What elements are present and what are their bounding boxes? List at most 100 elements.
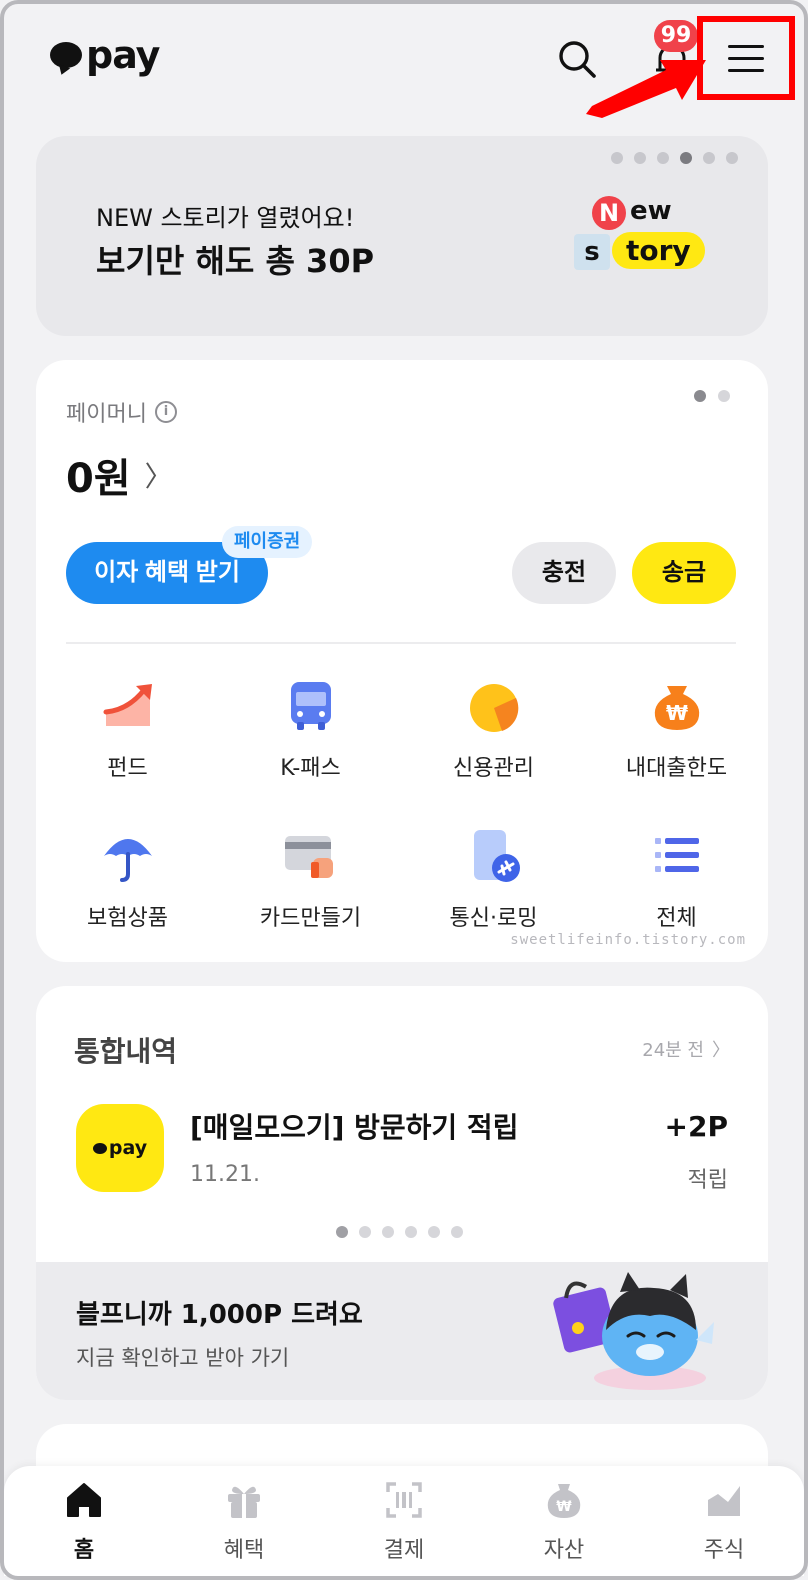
chevron-right-icon: 〉: [144, 460, 173, 493]
barcode-icon: [386, 1482, 422, 1518]
paymoney-pagination: [694, 390, 730, 402]
stock-icon: [708, 1486, 740, 1516]
pagination-dot: [359, 1226, 371, 1238]
send-money-button[interactable]: 송금: [632, 542, 736, 604]
bottom-navigation: 홈 혜택 결제 ₩ 자산 주식: [4, 1466, 804, 1576]
svg-text:₩: ₩: [665, 701, 687, 725]
loan-icon: ₩: [654, 686, 699, 730]
history-card: 통합내역 24분 전 〉 pay [매일모으기] 방문하기 적립 11.21. …: [36, 986, 768, 1400]
speech-bubble-icon: [50, 42, 82, 68]
shortcut-label: 통신·로밍: [449, 906, 538, 931]
pagination-dot: [428, 1226, 440, 1238]
pagination-dot: [451, 1226, 463, 1238]
nav-home[interactable]: 홈: [9, 1466, 159, 1576]
banner-subtitle: NEW 스토리가 열렸어요!: [96, 204, 355, 232]
annotation-arrow-icon: [586, 60, 706, 118]
watermark-text: sweetlifeinfo.tistory.com: [510, 932, 746, 948]
menu-line-icon: [728, 56, 764, 60]
shortcut-label: 내대출한도: [625, 756, 728, 781]
gift-icon: [228, 1486, 260, 1518]
menu-line-icon: [728, 44, 764, 48]
pagination-dot: [611, 152, 623, 164]
bus-icon: [290, 682, 331, 730]
shortcut-make-card[interactable]: 카드만들기: [219, 820, 402, 944]
umbrella-icon: [103, 839, 152, 882]
fund-icon: [103, 684, 152, 726]
nav-label: 결제: [383, 1538, 425, 1563]
shortcut-kpass[interactable]: K-패스: [219, 670, 402, 794]
pagination-dot: [405, 1226, 417, 1238]
nav-stocks[interactable]: 주식: [649, 1466, 799, 1576]
history-updated-text: 24분 전: [642, 1040, 704, 1061]
home-icon: [67, 1483, 101, 1517]
divider: [66, 642, 736, 644]
promo-subtitle: 지금 확인하고 받아 가기: [76, 1346, 290, 1370]
paymoney-label: 페이머니 i: [66, 396, 177, 428]
history-title: 통합내역: [74, 1035, 178, 1068]
nav-benefits[interactable]: 혜택: [169, 1466, 319, 1576]
kakaopay-app-icon: pay: [76, 1104, 164, 1192]
charge-button[interactable]: 충전: [512, 542, 616, 604]
history-item-amount: +2P: [664, 1110, 728, 1143]
kakaopay-logo[interactable]: pay: [50, 33, 160, 77]
pagination-dot: [634, 152, 646, 164]
black-friday-promo[interactable]: 블프니까 1,000P 드려요 지금 확인하고 받아 가기: [36, 1262, 768, 1400]
paymoney-balance[interactable]: 0원 〉: [66, 446, 173, 504]
story-logo-n: N: [592, 196, 626, 230]
app-header: pay 99: [0, 0, 808, 120]
story-banner[interactable]: NEW 스토리가 열렸어요! 보기만 해도 총 30P N ew s tory: [36, 136, 768, 336]
pagination-dot: [703, 152, 715, 164]
nav-label: 자산: [543, 1538, 585, 1563]
nav-label: 혜택: [223, 1538, 265, 1563]
info-icon[interactable]: i: [154, 401, 177, 423]
shortcut-label: 전체: [656, 906, 697, 931]
roaming-icon: [473, 830, 520, 882]
story-logo-tory: tory: [612, 232, 705, 269]
paysecurities-tag: 페이증권: [222, 526, 313, 558]
chevron-right-icon: 〉: [712, 1040, 730, 1061]
banner-title: 보기만 해도 총 30P: [96, 242, 375, 280]
paymoney-card: 페이머니 i 0원 〉 이자 혜택 받기 페이증권 충전 송금 펀드 K-패스 …: [36, 360, 768, 962]
list-icon: [654, 838, 699, 872]
shortcut-fund[interactable]: 펀드: [36, 670, 219, 794]
pagination-dot: [657, 152, 669, 164]
paymoney-label-text: 페이머니: [66, 402, 147, 427]
svg-text:₩: ₩: [556, 1499, 572, 1515]
shortcut-insurance[interactable]: 보험상품: [36, 820, 219, 944]
story-logo-s: s: [574, 234, 610, 270]
balance-amount: 0원: [66, 456, 131, 502]
history-pagination: [336, 1226, 463, 1238]
speech-bubble-icon: [92, 1142, 107, 1154]
history-item-name[interactable]: [매일모으기] 방문하기 적립: [190, 1106, 518, 1146]
money-bag-icon: ₩: [547, 1484, 581, 1518]
new-story-logo: N ew s tory: [570, 190, 710, 290]
shortcut-label: 카드만들기: [259, 906, 362, 931]
history-updated[interactable]: 24분 전 〉: [642, 1036, 730, 1062]
menu-line-icon: [728, 68, 764, 72]
shortcut-label: 신용관리: [453, 756, 534, 781]
pagination-dot: [382, 1226, 394, 1238]
shortcut-loan-limit[interactable]: ₩ 내대출한도: [585, 670, 768, 794]
shortcut-label: 보험상품: [87, 906, 168, 931]
story-logo-ew: ew: [630, 196, 672, 226]
pay-icon-text: pay: [108, 1137, 148, 1159]
logo-text: pay: [86, 33, 160, 77]
nav-payment[interactable]: 결제: [329, 1466, 479, 1576]
hamburger-menu-button[interactable]: [697, 16, 795, 100]
nav-assets[interactable]: ₩ 자산: [489, 1466, 639, 1576]
shortcut-grid: 펀드 K-패스 신용관리 ₩ 내대출한도 보험상품 카드만들기 통신·로밍 전체: [36, 670, 768, 944]
history-item-type: 적립: [687, 1168, 728, 1193]
shortcut-label: 펀드: [107, 756, 148, 781]
pagination-dot: [726, 152, 738, 164]
pagination-dot: [680, 152, 692, 164]
pagination-dot: [718, 390, 730, 402]
shortcut-roaming[interactable]: 통신·로밍: [402, 820, 585, 944]
pagination-dot: [694, 390, 706, 402]
promo-title: 블프니까 1,000P 드려요: [76, 1300, 363, 1330]
nav-label: 홈: [73, 1538, 95, 1563]
banner-pagination: [611, 152, 738, 164]
shortcut-all[interactable]: 전체: [585, 820, 768, 944]
shortcut-credit[interactable]: 신용관리: [402, 670, 585, 794]
credit-icon: [469, 684, 518, 732]
card-icon: [284, 836, 333, 878]
